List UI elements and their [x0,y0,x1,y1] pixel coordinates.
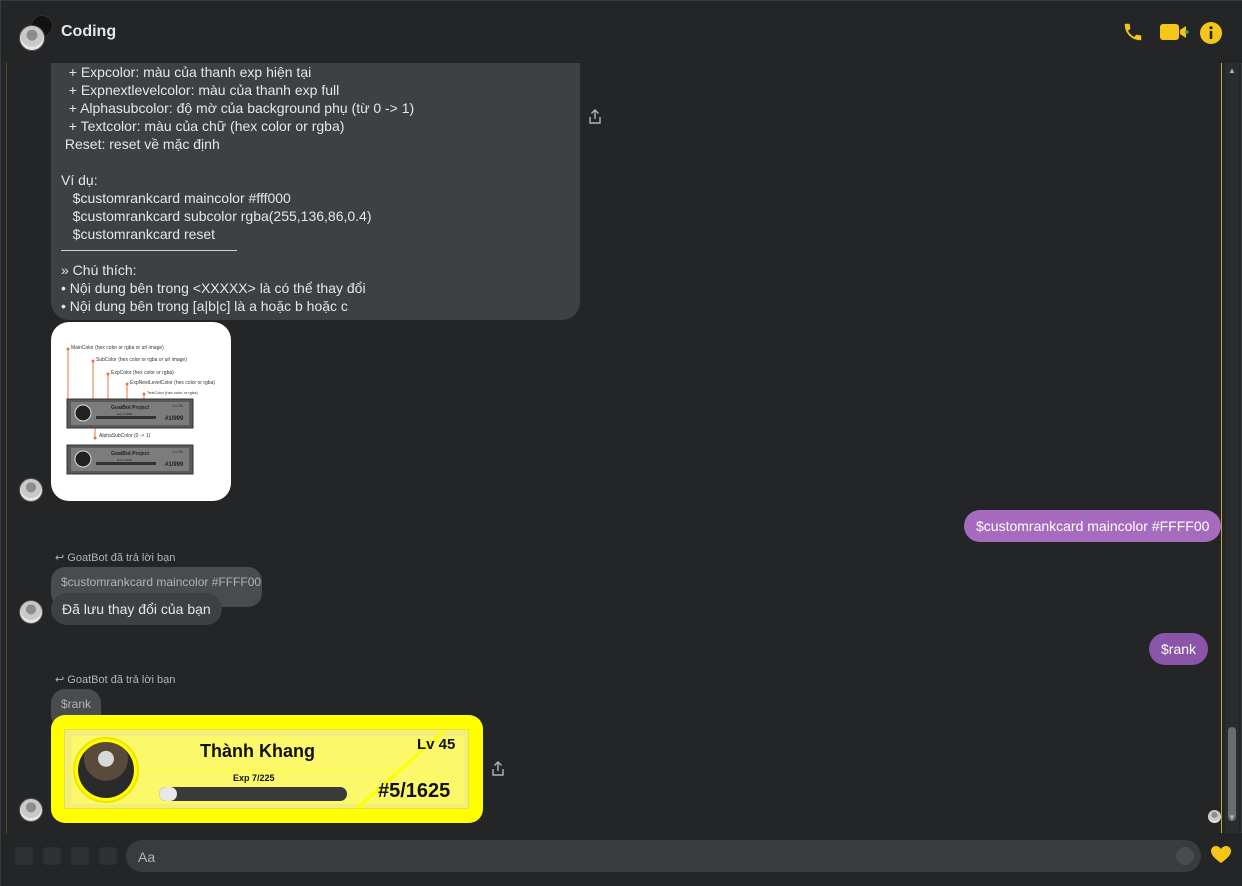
group-avatar[interactable] [17,15,53,51]
sticker-icon[interactable] [71,847,89,865]
plus-icon[interactable] [15,847,33,865]
help-line: Ví dụ: [61,172,98,188]
diagram-label: MainColor (hex color or rgba or url imag… [71,345,164,351]
help-line: • Nội dung bên trong [a|b|c] là a hoặc b… [61,298,348,314]
member-avatar-primary [19,25,45,51]
user-avatar [78,742,134,798]
diagram-label: ExpNextLevelColor (hex color or rgba) [130,380,216,386]
sent-message[interactable]: $rank [1149,633,1209,665]
sender-avatar[interactable] [19,478,43,502]
gif-icon[interactable] [99,847,117,865]
exp-progress-fill [159,787,177,801]
image-icon[interactable] [43,847,61,865]
help-line: • Nội dung bên trong <XXXXX> là có thể t… [61,280,366,296]
scroll-up-icon[interactable]: ▲ [1228,66,1236,75]
diagram-card-title: GoatBot Project [111,405,150,411]
rank-exp-label: Exp 7/225 [233,773,275,783]
received-message[interactable]: Đã lưu thay đổi của bạn [51,593,222,625]
help-line: » Chú thích: [61,262,137,278]
reply-arrow-icon: ↩ [55,552,68,564]
reply-arrow-icon: ↩ [55,674,68,686]
help-line: $customrankcard maincolor #fff000 [61,190,291,206]
video-call-icon[interactable] [1159,21,1189,45]
user-avatar-ring [73,737,139,803]
diagram-label: AlphaSubColor (0 -> 1) [99,433,151,439]
diagram-label: ExpColor (hex color or rgba) [111,370,174,376]
message-input-placeholder: Aa [138,849,156,865]
chat-header: Coding [1,1,1242,63]
sender-avatar[interactable] [19,600,43,624]
share-icon[interactable] [587,109,603,125]
diagram-card-title: GoatBot Project [111,451,150,457]
sent-message[interactable]: $customrankcard maincolor #FFFF00 [964,510,1222,542]
rank-user-name: Thành Khang [200,741,315,761]
reply-note-text: GoatBot đã trả lời bạn [67,674,176,686]
diagram-card-rank: #1/999 [165,462,184,468]
scrollbar-thumb[interactable] [1228,727,1236,821]
message-input[interactable] [126,840,1201,872]
rank-position: #5/1625 [378,780,451,802]
scroll-down-icon[interactable]: ▼ [1228,813,1236,822]
exp-progress-bar [159,787,347,801]
rankcard-diagram-image[interactable]: MainColor (hex color or rgba or url imag… [51,322,231,501]
info-icon[interactable] [1199,21,1223,45]
help-line: $customrankcard reset [61,226,216,242]
reply-note-text: GoatBot đã trả lời bạn [67,552,176,564]
help-line: Reset: reset về mặc định [61,136,220,152]
reply-note: ↩ GoatBot đã trả lời bạn [55,551,175,564]
diagram-label: TextColor (hex color or rgba) [147,390,198,395]
help-line: + Textcolor: màu của chữ (hex color or r… [61,118,345,134]
rank-card-inner: Thành Khang Lv 45 Exp 7/225 #5/1625 [64,729,469,809]
diagram-card-level: Lv 99 [173,449,183,454]
smiley-icon[interactable] [1176,847,1194,865]
diagram-card-exp: Exp 1/1000 [117,458,133,462]
divider [61,250,237,251]
reply-note: ↩ GoatBot đã trả lời bạn [55,673,175,686]
conversation-title[interactable]: Coding [61,23,116,41]
seen-receipt-avatar [1208,810,1221,823]
help-text-bubble: + Expcolor: màu của thanh exp hiện tại +… [51,63,580,320]
diagram-card-level: Lv 99 [173,403,183,408]
messenger-window: Coding + Expcolor: màu của thanh exp hiệ… [0,0,1242,886]
help-line: + Expnextlevelcolor: màu của thanh exp f… [61,82,340,98]
phone-icon[interactable] [1121,21,1145,45]
diagram-card-exp: Exp 1/1000 [117,412,133,416]
share-icon[interactable] [490,761,506,777]
sender-avatar[interactable] [19,798,43,822]
diagram-label: SubColor (hex color or rgba or url image… [96,357,187,363]
rank-level: Lv 45 [417,736,456,753]
chat-scrollbar[interactable]: ▲ ▼ [1225,63,1239,833]
right-border [1221,63,1222,833]
help-line: $customrankcard subcolor rgba(255,136,86… [61,208,372,224]
yellow-heart-icon[interactable] [1211,846,1231,869]
left-border [6,63,7,833]
help-line: + Expcolor: màu của thanh exp hiện tại [61,64,312,80]
diagram-card-rank: #1/999 [165,416,184,422]
help-line: + Alphasubcolor: độ mờ của background ph… [61,100,415,116]
